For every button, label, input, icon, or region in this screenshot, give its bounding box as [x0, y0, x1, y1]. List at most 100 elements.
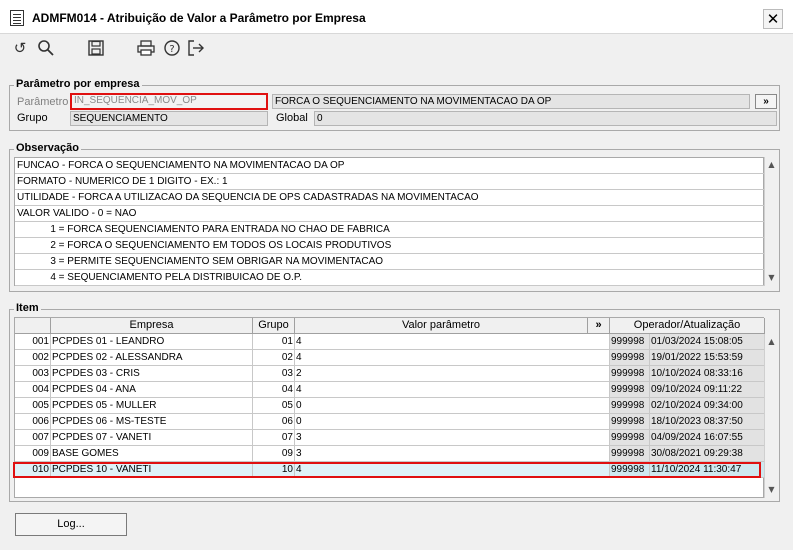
header-empresa[interactable]: Empresa	[51, 318, 253, 334]
cell-operador[interactable]: 999998	[610, 398, 650, 414]
cell-operador[interactable]: 999998	[610, 382, 650, 398]
parametro-field[interactable]: IN_SEQUENCIA_MOV_OP	[70, 93, 268, 110]
header-code	[15, 318, 51, 334]
cell-empresa[interactable]: PCPDES 01 - LEANDRO	[51, 334, 253, 350]
cell-empresa[interactable]: PCPDES 05 - MULLER	[51, 398, 253, 414]
item-label: Item	[14, 302, 41, 314]
observacao-list[interactable]: FUNCAO - FORCA O SEQUENCIAMENTO NA MOVIM…	[14, 157, 764, 286]
cell-grupo[interactable]: 05	[253, 398, 295, 414]
observacao-scrollbar[interactable]: ▲ ▼	[764, 157, 778, 286]
save-icon[interactable]	[86, 38, 106, 58]
cell-grupo[interactable]: 04	[253, 382, 295, 398]
print-icon[interactable]	[136, 38, 156, 58]
header-expand-button[interactable]: »	[588, 318, 610, 334]
cell-data[interactable]: 10/10/2024 08:33:16	[650, 366, 765, 382]
header-operador[interactable]: Operador/Atualização	[610, 318, 765, 334]
cell-valor[interactable]: 4	[295, 462, 610, 478]
scroll-down-icon[interactable]: ▼	[765, 483, 778, 496]
close-button[interactable]: ✕	[763, 9, 783, 29]
observacao-line: 4 = SEQUENCIAMENTO PELA DISTRIBUICAO DE …	[15, 270, 764, 286]
cell-data[interactable]: 09/10/2024 09:11:22	[650, 382, 765, 398]
cell-grupo[interactable]: 09	[253, 446, 295, 462]
cell-grupo[interactable]: 01	[253, 334, 295, 350]
cell-code[interactable]: 004	[15, 382, 51, 398]
cell-code[interactable]: 005	[15, 398, 51, 414]
table-row[interactable]: 004 PCPDES 04 - ANA 04 4 999998 09/10/2024 09…	[15, 382, 765, 398]
table-row[interactable]: 006 PCPDES 06 - MS-TESTE 06 0 999998 18/10/20…	[15, 414, 765, 430]
cell-data[interactable]: 04/09/2024 16:07:55	[650, 430, 765, 446]
observacao-line: 2 = FORCA O SEQUENCIAMENTO EM TODOS OS L…	[15, 238, 764, 254]
cell-data[interactable]: 18/10/2023 08:37:50	[650, 414, 765, 430]
cell-code[interactable]: 006	[15, 414, 51, 430]
search-icon[interactable]	[36, 38, 56, 58]
cell-valor[interactable]: 2	[295, 366, 610, 382]
cell-operador[interactable]: 999998	[610, 350, 650, 366]
observacao-line: 1 = FORCA SEQUENCIAMENTO PARA ENTRADA NO…	[15, 222, 764, 238]
observacao-line: FORMATO - NUMERICO DE 1 DIGITO - EX.: 1	[15, 174, 764, 190]
cell-empresa[interactable]: PCPDES 02 - ALESSANDRA	[51, 350, 253, 366]
table-row[interactable]: 007 PCPDES 07 - VANETI 07 3 999998 04/09/2024…	[15, 430, 765, 446]
cell-grupo[interactable]: 02	[253, 350, 295, 366]
observacao-line: 3 = PERMITE SEQUENCIAMENTO SEM OBRIGAR N…	[15, 254, 764, 270]
cell-code[interactable]: 007	[15, 430, 51, 446]
cell-valor[interactable]: 3	[295, 430, 610, 446]
expand-button[interactable]: »	[755, 94, 777, 109]
cell-operador[interactable]: 999998	[610, 430, 650, 446]
cell-data[interactable]: 11/10/2024 11:30:47	[650, 462, 765, 478]
cell-empresa[interactable]: PCPDES 03 - CRIS	[51, 366, 253, 382]
undo-icon[interactable]: ↺	[10, 38, 30, 58]
cell-grupo[interactable]: 06	[253, 414, 295, 430]
cell-valor[interactable]: 4	[295, 382, 610, 398]
cell-data[interactable]: 01/03/2024 15:08:05	[650, 334, 765, 350]
global-field: 0	[314, 111, 777, 126]
parametro-description: FORCA O SEQUENCIAMENTO NA MOVIMENTACAO D…	[272, 94, 750, 109]
scroll-down-icon[interactable]: ▼	[765, 271, 778, 284]
cell-empresa[interactable]: PCPDES 07 - VANETI	[51, 430, 253, 446]
table-row[interactable]: 002 PCPDES 02 - ALESSANDRA 02 4 999998 19/01/…	[15, 350, 765, 366]
table-row[interactable]: 003 PCPDES 03 - CRIS 03 2 999998 10/10/2024 0…	[15, 366, 765, 382]
cell-data[interactable]: 30/08/2021 09:29:38	[650, 446, 765, 462]
observacao-line: FUNCAO - FORCA O SEQUENCIAMENTO NA MOVIM…	[15, 158, 764, 174]
cell-code[interactable]: 003	[15, 366, 51, 382]
table-row[interactable]: 010 PCPDES 10 - VANETI 10 4 999998 11/10/2024…	[15, 462, 765, 478]
cell-grupo[interactable]: 07	[253, 430, 295, 446]
cell-code[interactable]: 009	[15, 446, 51, 462]
log-button[interactable]: Log...	[15, 513, 127, 536]
item-scrollbar[interactable]: ▲ ▼	[764, 334, 778, 498]
cell-operador[interactable]: 999998	[610, 462, 650, 478]
cell-empresa[interactable]: PCPDES 10 - VANETI	[51, 462, 253, 478]
table-row[interactable]: 009 BASE GOMES 09 3 999998 30/08/2021 09:29:3…	[15, 446, 765, 462]
cell-empresa[interactable]: BASE GOMES	[51, 446, 253, 462]
document-icon	[10, 10, 24, 26]
title-bar: ADMFM014 - Atribuição de Valor a Parâmet…	[0, 0, 793, 34]
cell-valor[interactable]: 4	[295, 350, 610, 366]
cell-valor[interactable]: 0	[295, 398, 610, 414]
cell-empresa[interactable]: PCPDES 06 - MS-TESTE	[51, 414, 253, 430]
cell-valor[interactable]: 4	[295, 334, 610, 350]
cell-empresa[interactable]: PCPDES 04 - ANA	[51, 382, 253, 398]
table-row[interactable]: 005 PCPDES 05 - MULLER 05 0 999998 02/10/2024…	[15, 398, 765, 414]
cell-data[interactable]: 19/01/2022 15:53:59	[650, 350, 765, 366]
cell-operador[interactable]: 999998	[610, 334, 650, 350]
cell-data[interactable]: 02/10/2024 09:34:00	[650, 398, 765, 414]
cell-operador[interactable]: 999998	[610, 414, 650, 430]
cell-valor[interactable]: 3	[295, 446, 610, 462]
cell-operador[interactable]: 999998	[610, 366, 650, 382]
observacao-label: Observação	[14, 142, 81, 154]
observacao-line: UTILIDADE - FORCA A UTILIZACAO DA SEQUEN…	[15, 190, 764, 206]
cell-grupo[interactable]: 03	[253, 366, 295, 382]
header-valor[interactable]: Valor parâmetro	[295, 318, 588, 334]
header-grupo[interactable]: Grupo	[253, 318, 295, 334]
table-row[interactable]: 001 PCPDES 01 - LEANDRO 01 4 999998 01/03/202…	[15, 334, 765, 350]
cell-code[interactable]: 002	[15, 350, 51, 366]
scroll-up-icon[interactable]: ▲	[765, 158, 778, 171]
scroll-up-icon[interactable]: ▲	[765, 335, 778, 348]
exit-icon[interactable]	[186, 38, 206, 58]
cell-code[interactable]: 010	[15, 462, 51, 478]
param-group-label: Parâmetro por empresa	[14, 78, 142, 90]
help-icon[interactable]: ?	[162, 38, 182, 58]
cell-valor[interactable]: 0	[295, 414, 610, 430]
cell-code[interactable]: 001	[15, 334, 51, 350]
cell-grupo[interactable]: 10	[253, 462, 295, 478]
cell-operador[interactable]: 999998	[610, 446, 650, 462]
